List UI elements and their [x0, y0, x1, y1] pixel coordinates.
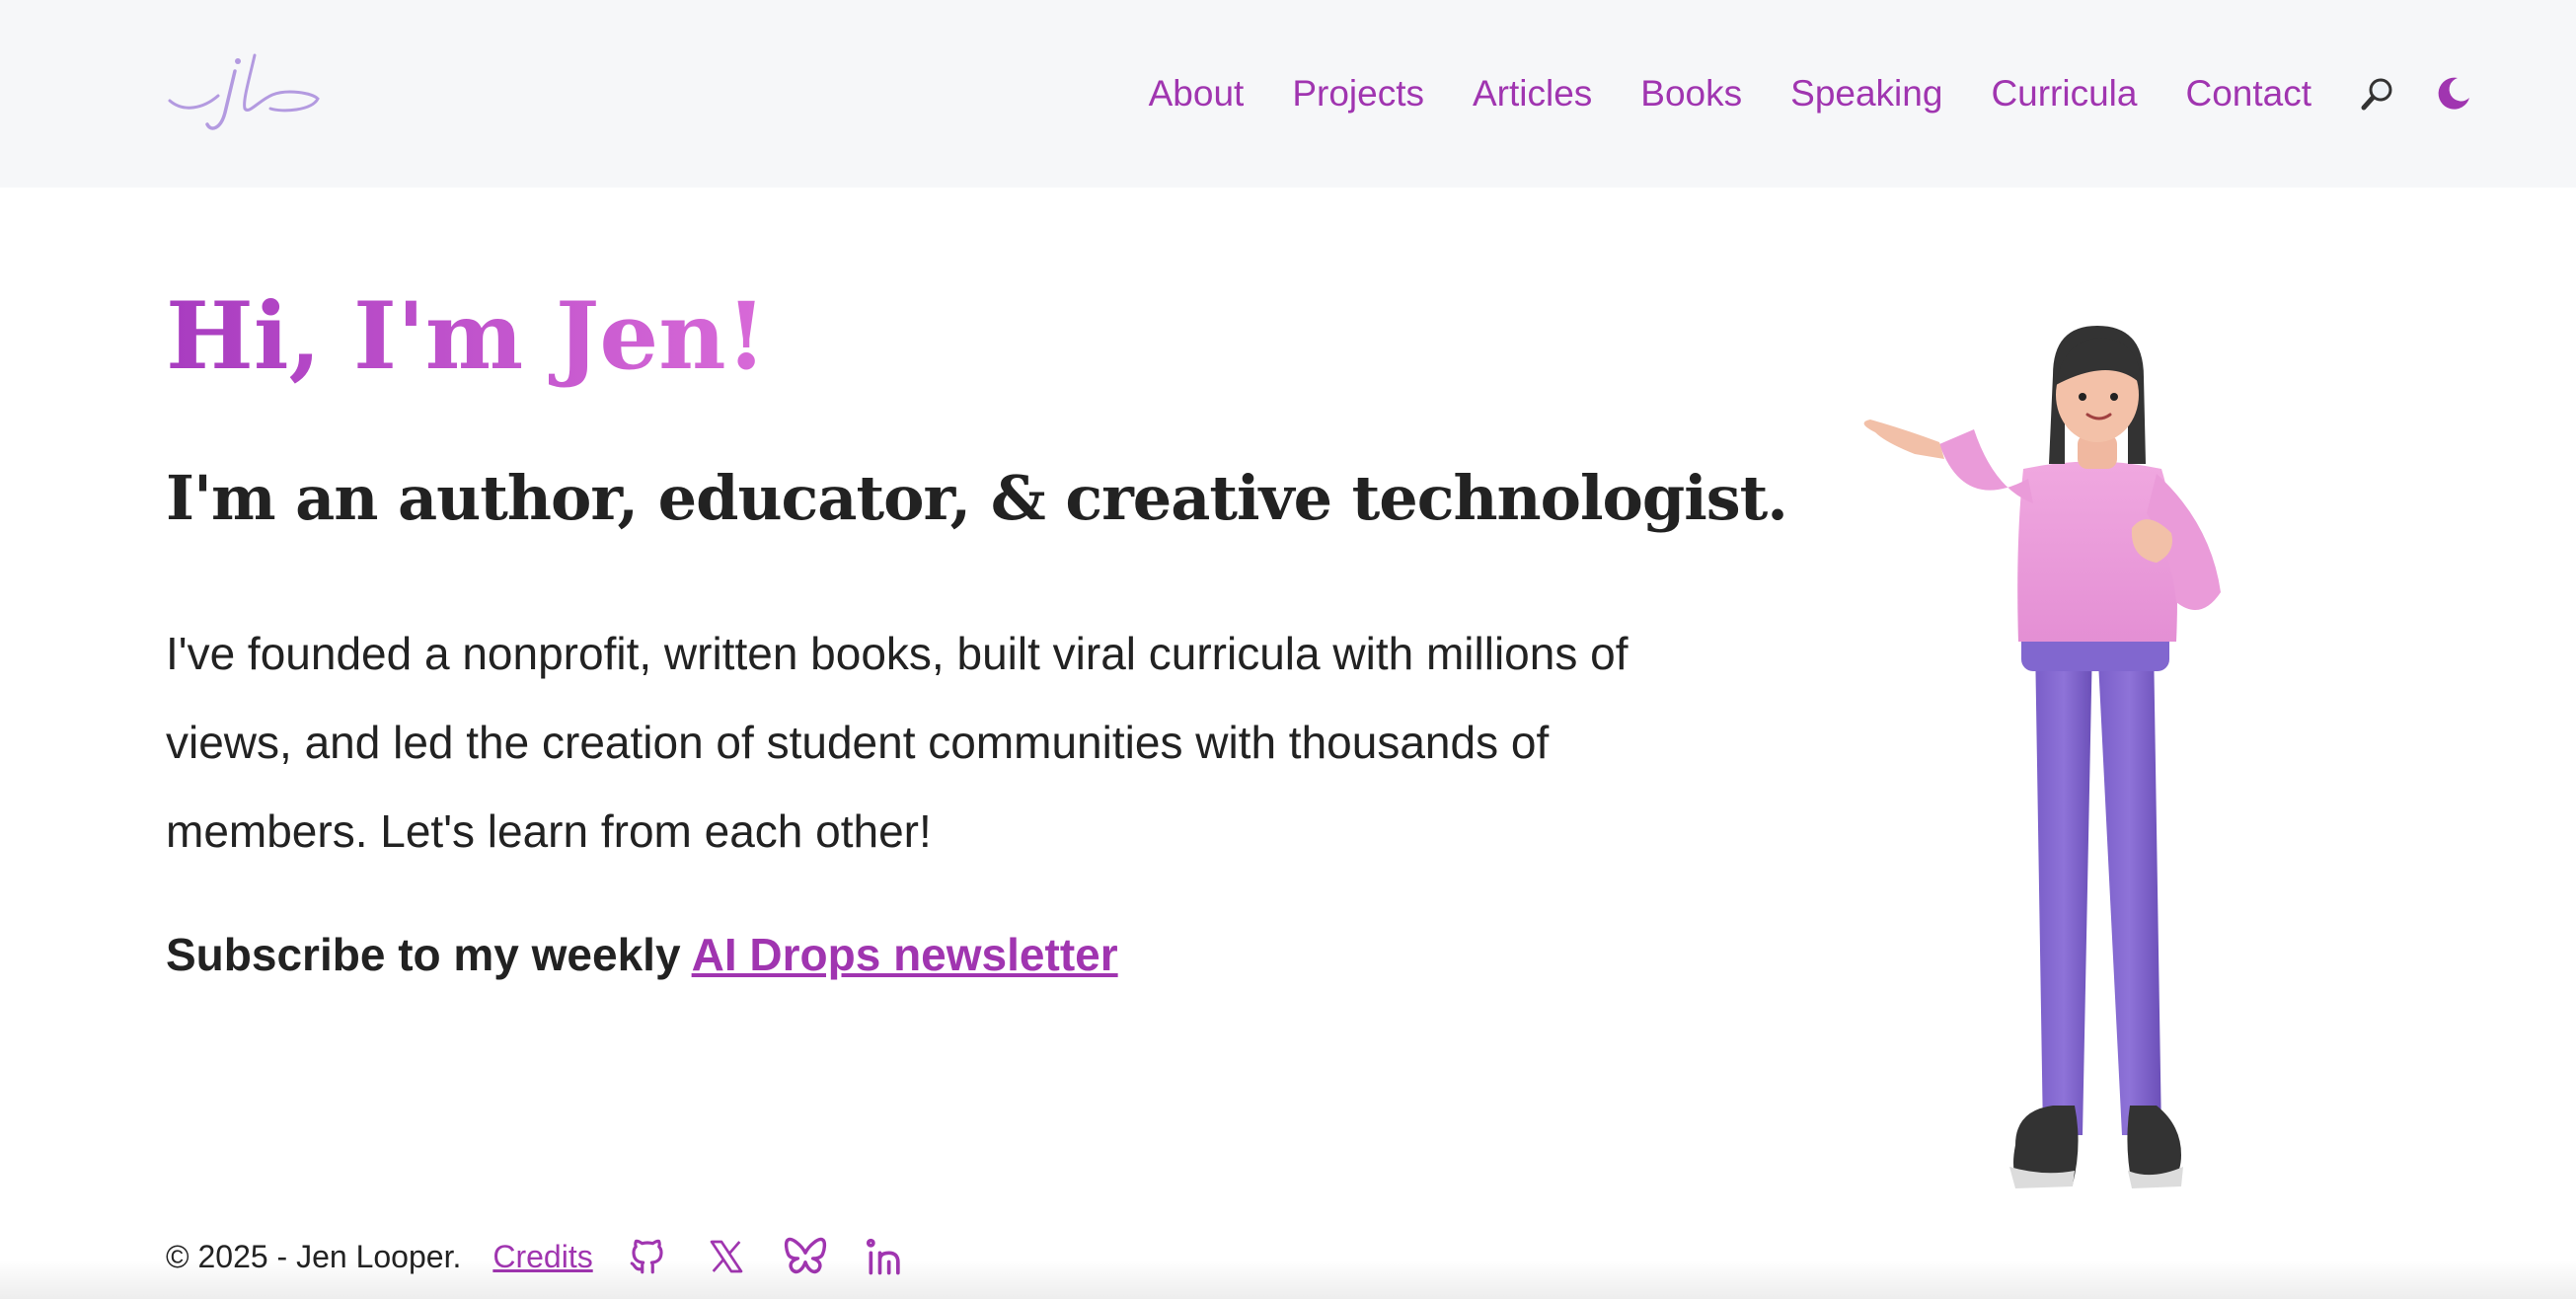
github-icon[interactable] — [627, 1235, 668, 1278]
bluesky-icon[interactable] — [783, 1236, 828, 1277]
hero-description: I've founded a nonprofit, written books,… — [166, 628, 1629, 857]
nav-speaking[interactable]: Speaking — [1790, 73, 1942, 115]
moon-icon[interactable] — [2432, 74, 2471, 114]
subscribe-line: Subscribe to my weekly AI Drops newslett… — [166, 928, 1118, 981]
copyright-text: © 2025 - Jen Looper. — [166, 1238, 462, 1274]
site-footer: © 2025 - Jen Looper. Credits — [166, 1229, 907, 1284]
nav-about[interactable]: About — [1149, 73, 1245, 115]
nav-contact[interactable]: Contact — [2185, 73, 2311, 115]
nav-projects[interactable]: Projects — [1292, 73, 1424, 115]
linkedin-icon[interactable] — [864, 1235, 907, 1278]
credits-link[interactable]: Credits — [492, 1239, 592, 1275]
nav-curricula[interactable]: Curricula — [1991, 73, 2137, 115]
search-icon[interactable] — [2359, 75, 2396, 113]
newsletter-link[interactable]: AI Drops newsletter — [692, 929, 1118, 980]
jl-logo[interactable] — [164, 51, 322, 138]
avatar-illustration — [1863, 326, 2221, 1188]
site-header: About Projects Articles Books Speaking C… — [0, 0, 2576, 188]
nav-articles[interactable]: Articles — [1473, 73, 1592, 115]
x-icon[interactable] — [706, 1237, 747, 1276]
main-nav: About Projects Articles Books Speaking C… — [1149, 59, 2471, 128]
nav-books[interactable]: Books — [1640, 73, 1742, 115]
subscribe-prefix: Subscribe to my weekly — [166, 929, 681, 980]
hero-title: Hi, I'm Jen! — [166, 282, 767, 391]
hero-subtitle: I'm an author, educator, & creative tech… — [166, 462, 1788, 534]
